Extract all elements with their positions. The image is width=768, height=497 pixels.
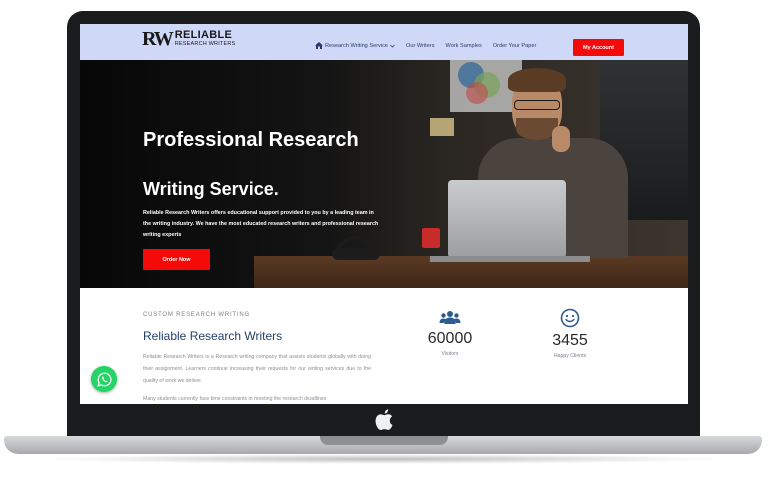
smile-icon <box>560 308 580 328</box>
home-icon <box>315 42 323 49</box>
about-paragraph: Reliable Research Writers is a Research … <box>143 354 371 384</box>
about-section: CUSTOM RESEARCH WRITING Reliable Researc… <box>80 288 688 404</box>
whatsapp-chat-button[interactable] <box>91 366 117 392</box>
hero-banner: Professional Research Writing Service. R… <box>80 60 688 288</box>
apple-logo-icon <box>375 409 393 430</box>
nav-research-writing-service[interactable]: Research Writing Service <box>315 42 395 49</box>
hero-title: Professional Research <box>143 129 359 151</box>
stat-value: 3455 <box>552 332 588 349</box>
whatsapp-icon <box>96 372 112 387</box>
logo-name: RELIABLE <box>174 29 233 42</box>
hero-subtitle: Writing Service. <box>143 179 279 199</box>
hero-mug <box>422 228 440 248</box>
stat-happy-clients: 3455 Happy Clients <box>530 308 610 359</box>
laptop-notch <box>320 436 448 445</box>
section-kicker: CUSTOM RESEARCH WRITING <box>143 312 250 318</box>
site-logo[interactable]: RW RELIABLE RESEARCH WRITERS <box>142 27 235 51</box>
nav-our-writers[interactable]: Our Writers <box>406 43 435 49</box>
about-paragraph-2: Many students currently face time constr… <box>143 396 327 402</box>
nav-work-samples[interactable]: Work Samples <box>446 43 482 49</box>
main-nav: Research Writing Service Our Writers Wor… <box>315 42 547 49</box>
chevron-down-icon <box>390 44 395 48</box>
logo-mark: RW <box>142 27 174 50</box>
stat-visitors: 60000 Visitors <box>410 310 490 357</box>
browser-viewport: RW RELIABLE RESEARCH WRITERS Research Wr… <box>80 24 688 404</box>
order-now-button[interactable]: Order Now <box>143 249 210 270</box>
nav-label: Research Writing Service <box>325 42 389 49</box>
site-header: RW RELIABLE RESEARCH WRITERS Research Wr… <box>80 24 688 60</box>
my-account-button[interactable]: My Account <box>573 39 624 56</box>
users-icon <box>439 311 461 324</box>
hero-description: Reliable Research Writers offers educati… <box>143 210 379 238</box>
nav-order-your-paper[interactable]: Order Your Paper <box>493 43 537 49</box>
stat-label: Happy Clients <box>553 353 587 359</box>
stat-value: 60000 <box>427 330 473 347</box>
section-title: Reliable Research Writers <box>143 329 283 343</box>
logo-tagline: RESEARCH WRITERS <box>174 41 236 48</box>
hero-laptop <box>448 180 566 258</box>
stat-label: Visitors <box>441 351 459 357</box>
